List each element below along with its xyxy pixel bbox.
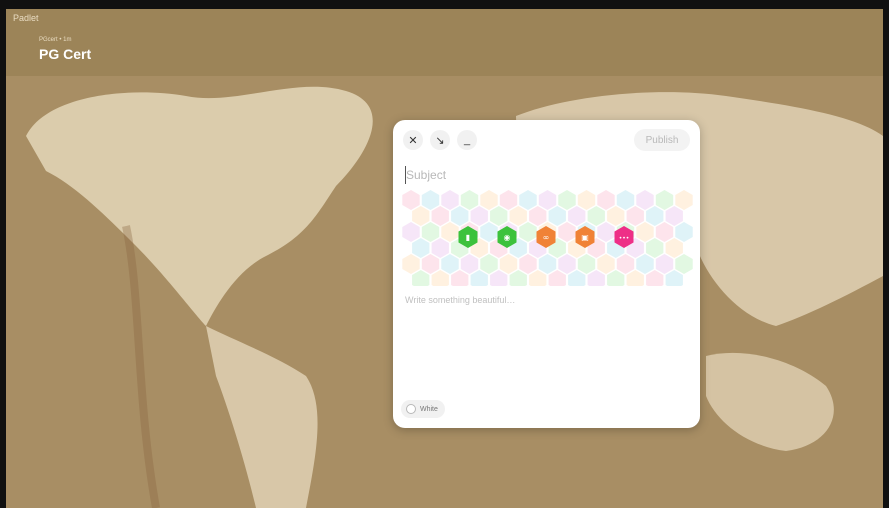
hex-tile xyxy=(568,270,586,286)
hex-tile xyxy=(577,254,596,274)
hex-tile xyxy=(441,222,459,242)
hex-tile xyxy=(675,254,693,274)
camera-icon: ◉ xyxy=(504,233,511,242)
document-icon: ▮ xyxy=(466,233,470,242)
hex-tile xyxy=(558,190,576,210)
hex-tile xyxy=(499,190,518,210)
hex-tile xyxy=(577,190,596,210)
hex-tile xyxy=(519,254,537,274)
color-label: White xyxy=(420,405,438,413)
hex-tile xyxy=(441,254,459,274)
hex-tile xyxy=(675,190,693,210)
hex-tile xyxy=(548,270,566,286)
hex-tile xyxy=(499,254,518,274)
hex-tile xyxy=(646,238,664,258)
hex-tile xyxy=(597,222,615,242)
hex-tile xyxy=(587,270,605,286)
hex-tile xyxy=(421,190,440,210)
hex-tile xyxy=(626,270,644,286)
hex-tile xyxy=(460,190,479,210)
hex-tile xyxy=(646,270,664,286)
hex-tile xyxy=(636,190,654,210)
color-picker-button[interactable]: White xyxy=(401,400,445,418)
hex-tile xyxy=(597,190,615,210)
page-title[interactable]: PG Cert xyxy=(39,46,91,62)
hex-tile xyxy=(538,190,557,210)
arrow-down-right-icon: ↘ xyxy=(435,134,445,147)
hex-tile xyxy=(655,254,674,274)
hex-tile xyxy=(412,238,430,258)
breadcrumb: PGcert • 1m xyxy=(39,37,72,43)
link-icon: ∞ xyxy=(543,233,550,242)
color-swatch xyxy=(406,404,416,414)
hex-tile xyxy=(431,206,449,226)
hex-tile xyxy=(597,254,615,274)
hex-tile xyxy=(655,190,674,210)
hex-tile xyxy=(607,270,625,286)
hex-tile xyxy=(675,222,693,242)
app-name[interactable]: Padlet xyxy=(13,13,39,23)
hex-tile xyxy=(509,270,527,286)
hex-tile xyxy=(412,206,430,226)
hex-tile xyxy=(616,190,635,210)
image-icon: ▣ xyxy=(581,233,589,242)
hex-tile xyxy=(480,190,498,210)
hex-tile xyxy=(480,222,498,242)
subject-input[interactable] xyxy=(405,166,686,184)
hex-tile xyxy=(529,270,547,286)
hex-tile xyxy=(421,222,440,242)
hex-tile xyxy=(412,270,430,286)
padlet-board: Padlet PGcert • 1m PG Cert ✕ ↘ _ Publish… xyxy=(6,9,883,508)
hex-tile xyxy=(548,206,566,226)
close-icon: ✕ xyxy=(408,134,418,147)
hex-tile xyxy=(490,206,508,226)
hex-tile xyxy=(421,254,440,274)
hex-tile xyxy=(402,222,420,242)
hex-tile xyxy=(431,238,449,258)
hex-tile xyxy=(519,222,537,242)
hex-tile xyxy=(655,222,674,242)
close-button[interactable]: ✕ xyxy=(403,130,423,150)
board-header: Padlet PGcert • 1m PG Cert xyxy=(6,9,883,76)
hex-tile xyxy=(665,206,683,226)
hex-tile xyxy=(431,270,449,286)
more-icon: ••• xyxy=(619,235,630,242)
hex-tile xyxy=(665,238,683,258)
hex-tile xyxy=(441,190,459,210)
hex-tile xyxy=(451,206,469,226)
hex-tile xyxy=(646,206,664,226)
hex-tile xyxy=(480,254,498,274)
hex-tile xyxy=(470,270,488,286)
body-input[interactable] xyxy=(405,295,687,395)
publish-button[interactable]: Publish xyxy=(634,129,690,151)
hex-tile xyxy=(402,254,420,274)
hex-tile xyxy=(470,206,488,226)
hex-tile xyxy=(636,254,654,274)
minimize-icon: _ xyxy=(463,134,471,146)
hex-tile xyxy=(460,254,479,274)
attachment-picker: ▮ ◉ ∞ ▣ ••• xyxy=(402,190,693,286)
hex-tile xyxy=(490,270,508,286)
post-composer: ✕ ↘ _ Publish ▮ ◉ ∞ ▣ ••• White xyxy=(393,120,700,428)
hex-tile xyxy=(509,206,527,226)
hex-tile xyxy=(558,222,576,242)
hex-tile xyxy=(626,206,644,226)
hex-tile xyxy=(607,206,625,226)
hex-tile xyxy=(636,222,654,242)
hex-tile xyxy=(587,206,605,226)
hex-tile xyxy=(402,190,420,210)
hex-tile xyxy=(568,206,586,226)
hex-tile xyxy=(529,206,547,226)
hex-tile xyxy=(616,254,635,274)
expand-button[interactable]: ↘ xyxy=(430,130,450,150)
minimize-button[interactable]: _ xyxy=(457,130,477,150)
hex-tile xyxy=(538,254,557,274)
hex-tile xyxy=(665,270,683,286)
hex-tile xyxy=(451,270,469,286)
hex-tile xyxy=(558,254,576,274)
hex-tile xyxy=(519,190,537,210)
